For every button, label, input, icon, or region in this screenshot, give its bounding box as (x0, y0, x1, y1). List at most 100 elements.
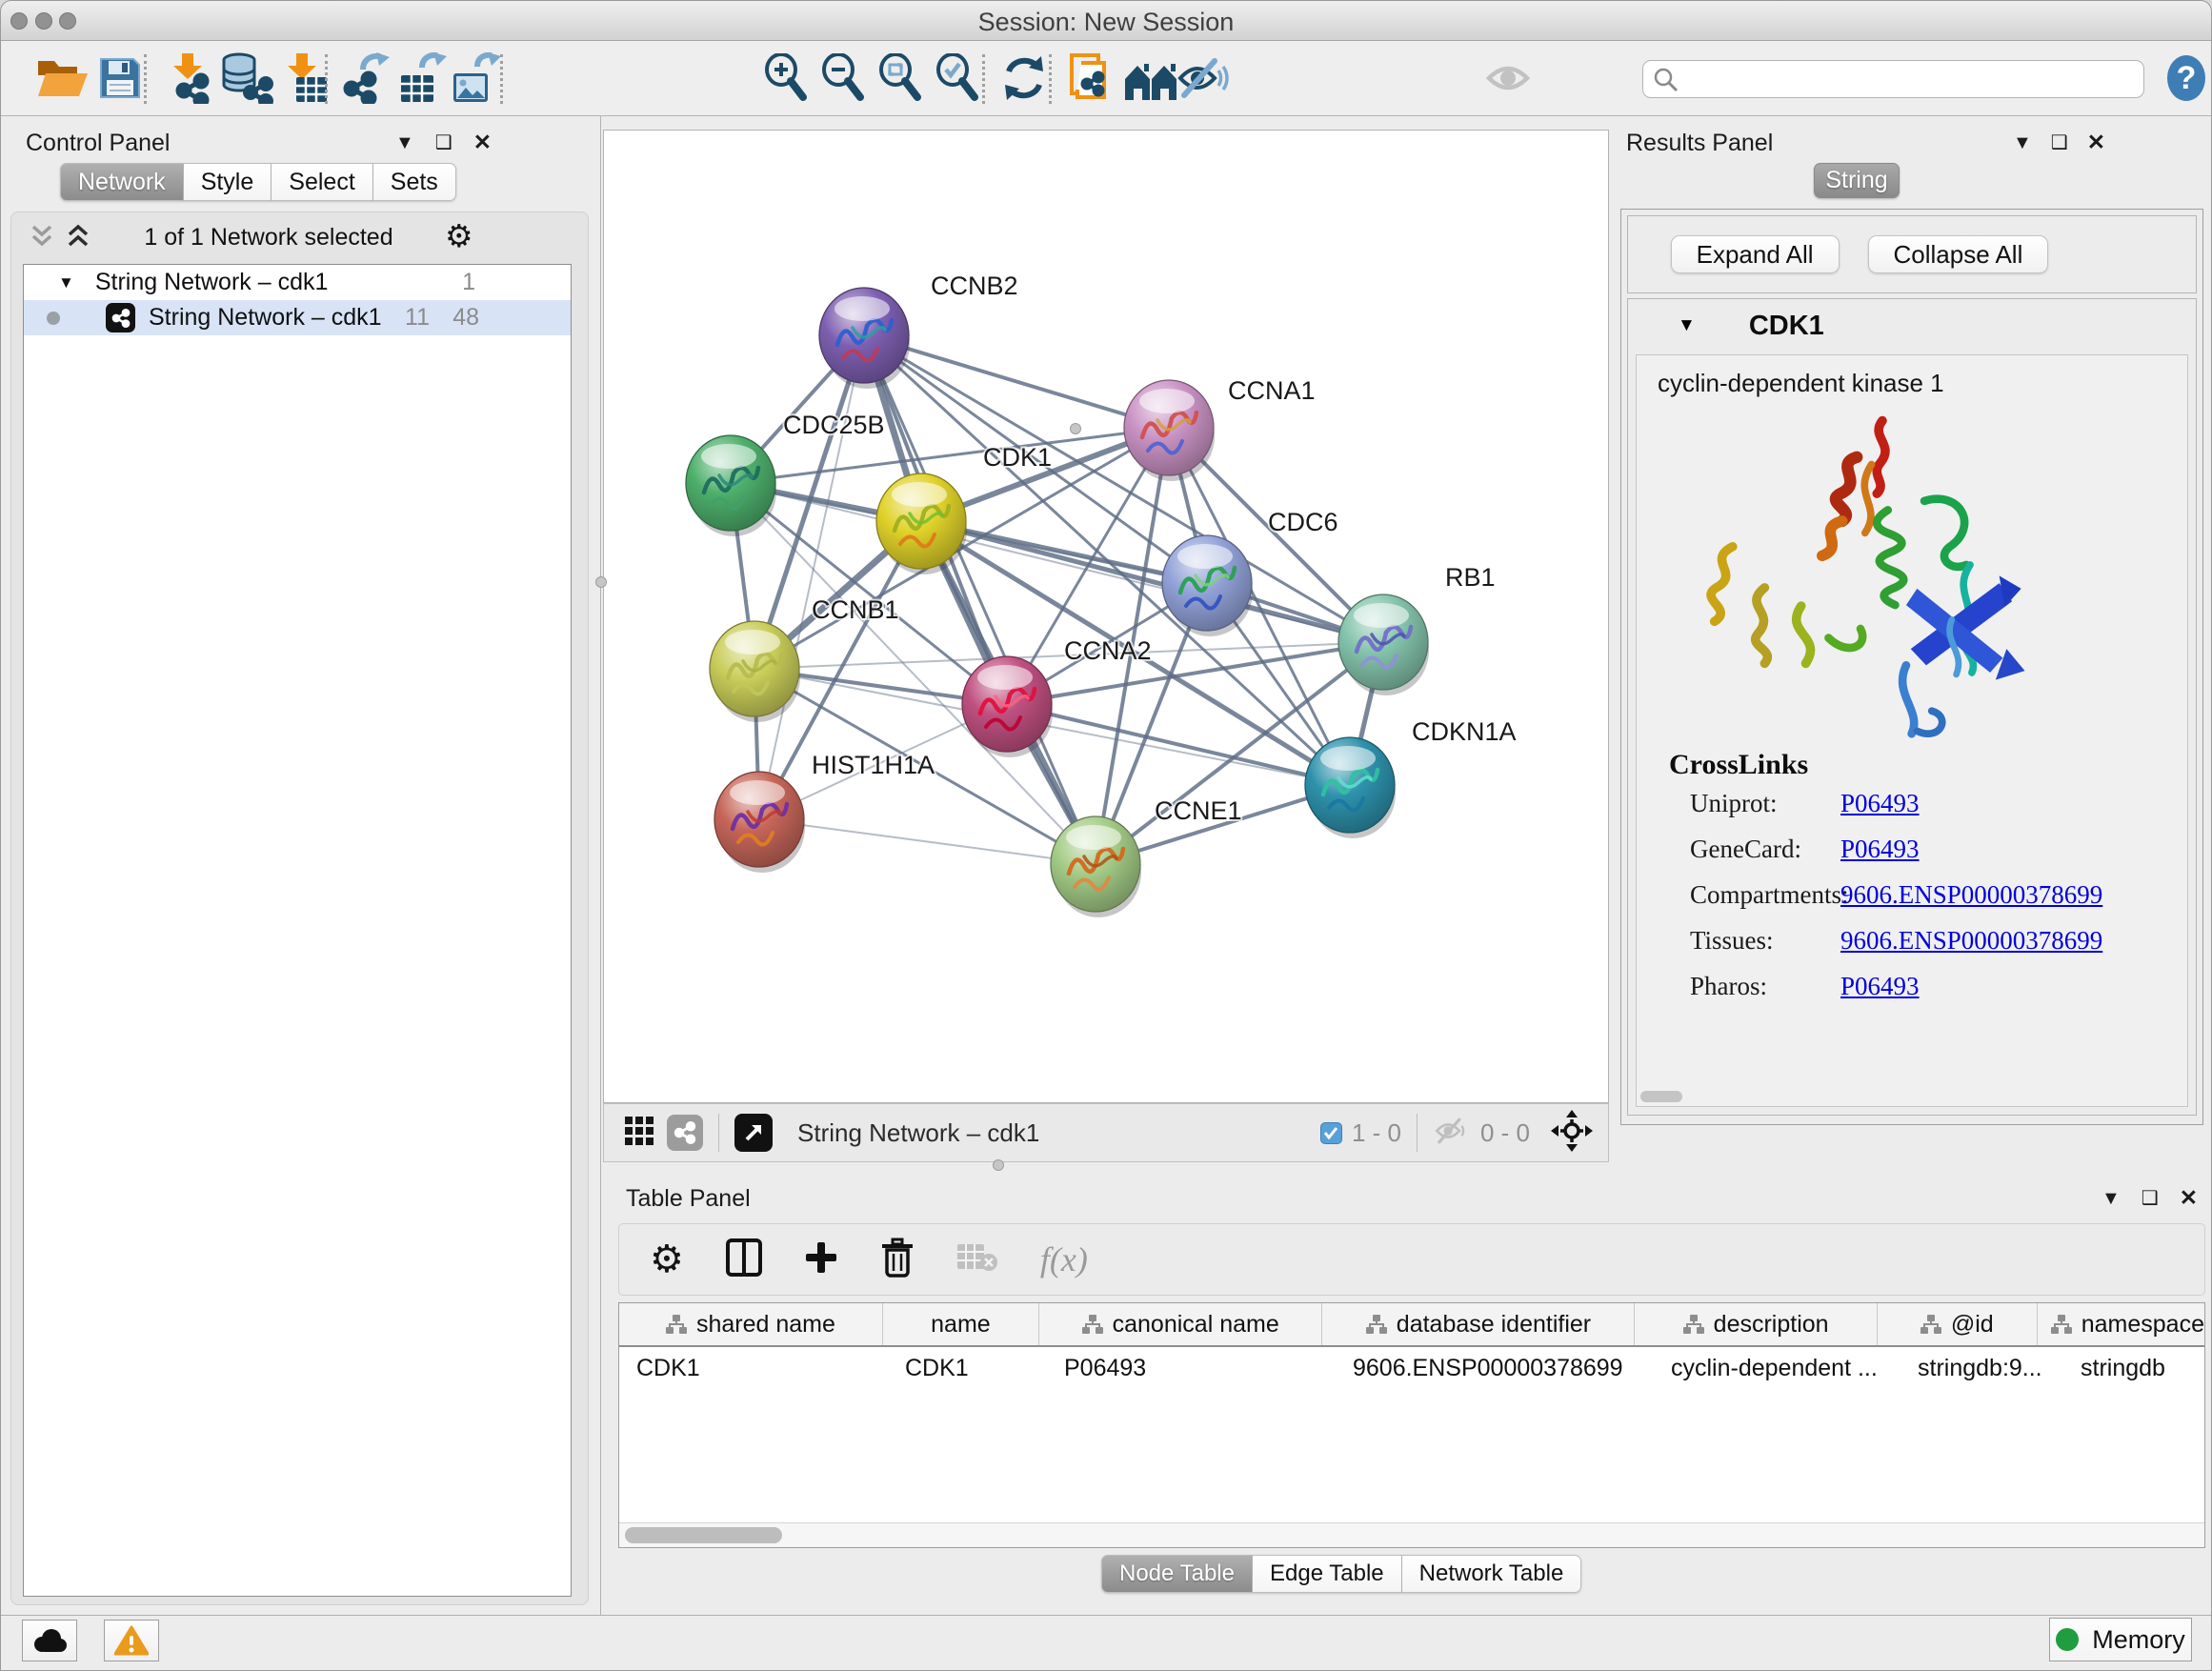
network-tree-child-row[interactable]: String Network – cdk1 11 48 (24, 300, 571, 335)
network-node-label: CCNA2 (1064, 636, 1152, 665)
network-canvas[interactable]: CCNB2CCNA1CDC25BCDK1CDC6RB1CCNB1CCNA2CDK… (603, 130, 1609, 1103)
network-view-region: CCNB2CCNA1CDC25BCDK1CDC6RB1CCNB1CCNA2CDK… (601, 116, 1613, 1168)
add-column-icon[interactable] (804, 1240, 838, 1279)
toolbar-search (1642, 60, 2144, 98)
network-node-CDC25B[interactable] (686, 435, 776, 536)
tab-string[interactable]: String (1814, 163, 1900, 198)
table-panel-menu-icon[interactable]: ▼ (2101, 1189, 2121, 1208)
table-panel-float-icon[interactable]: ❑ (2142, 1189, 2159, 1208)
cloud-button[interactable] (22, 1620, 77, 1661)
network-node-CCNB1[interactable] (710, 621, 800, 722)
tab-node-table[interactable]: Node Table (1101, 1555, 1253, 1593)
column-header[interactable]: namespace (2038, 1303, 2204, 1345)
export-table-icon[interactable] (395, 52, 449, 104)
hide-selected-icon[interactable] (1176, 53, 1230, 103)
show-columns-icon[interactable] (726, 1238, 762, 1281)
tab-sets[interactable]: Sets (373, 163, 456, 201)
network-node-CCNB2[interactable] (819, 288, 910, 389)
network-graph: CCNB2CCNA1CDC25BCDK1CDC6RB1CCNB1CCNA2CDK… (604, 131, 1608, 1102)
export-network-icon[interactable] (340, 52, 393, 104)
network-edge[interactable] (1007, 704, 1350, 785)
crosslink-link[interactable]: P06493 (1840, 789, 1920, 818)
graphics-details-icon[interactable] (625, 1117, 654, 1150)
expand-all-button[interactable]: Expand All (1671, 235, 1840, 273)
table-type-tabs: Node Table Edge Table Network Table (1101, 1555, 1581, 1593)
export-image-icon[interactable] (449, 52, 502, 104)
network-edge[interactable] (864, 335, 1169, 428)
open-session-icon[interactable] (35, 56, 90, 100)
crosslink-link[interactable]: P06493 (1840, 972, 1920, 1001)
tab-select[interactable]: Select (271, 163, 372, 201)
new-network-from-selection-icon[interactable] (1068, 51, 1117, 105)
network-overview-icon[interactable] (667, 1115, 703, 1151)
network-node-CDK1[interactable] (876, 473, 967, 574)
table-row[interactable]: CDK1 CDK1 P06493 9606.ENSP00000378699 cy… (619, 1347, 2204, 1389)
selected-nodes-checkbox[interactable] (1320, 1122, 1342, 1144)
import-table-from-file-icon[interactable] (279, 52, 329, 104)
crosslink-link[interactable]: 9606.ENSP00000378699 (1840, 880, 2102, 910)
zoom-selected-icon[interactable] (935, 53, 982, 103)
column-header[interactable]: database identifier (1322, 1303, 1635, 1345)
network-edge[interactable] (759, 819, 1096, 864)
column-header[interactable]: shared name (619, 1303, 883, 1345)
zoom-fit-content-icon[interactable] (877, 53, 925, 103)
tab-style[interactable]: Style (184, 163, 272, 201)
network-node-HIST1H1A[interactable] (714, 772, 805, 873)
control-panel-float-icon[interactable]: ❑ (435, 133, 452, 152)
import-network-from-file-icon[interactable] (161, 52, 214, 104)
network-node-RB1[interactable] (1338, 594, 1429, 695)
help-icon[interactable]: ? (2165, 54, 2207, 102)
collapse-all-button[interactable]: Collapse All (1868, 235, 2049, 273)
pan-crosshair-icon[interactable] (1551, 1110, 1593, 1157)
zoom-out-icon[interactable] (820, 53, 868, 103)
apply-preferred-layout-icon[interactable] (999, 54, 1049, 102)
splitter-handle[interactable] (993, 1159, 1004, 1171)
table-options-gear-icon[interactable]: ⚙ (650, 1240, 684, 1278)
tab-network-table[interactable]: Network Table (1402, 1555, 1582, 1593)
first-neighbors-icon[interactable] (1123, 54, 1180, 102)
warning-button[interactable] (104, 1620, 159, 1661)
save-session-icon[interactable] (98, 56, 142, 100)
entry-collapse-icon[interactable]: ▼ (1678, 315, 1696, 336)
tab-edge-table[interactable]: Edge Table (1253, 1555, 1402, 1593)
results-panel-close-icon[interactable]: ✕ (2087, 131, 2105, 153)
network-options-gear-icon[interactable]: ⚙ (445, 220, 473, 252)
crosslink-link[interactable]: P06493 (1840, 835, 1920, 864)
search-input[interactable] (1642, 60, 2144, 98)
splitter-handle[interactable] (1070, 423, 1081, 434)
network-node-CCNA1[interactable] (1124, 380, 1215, 481)
network-node-CDC6[interactable] (1162, 535, 1253, 636)
selected-counts: 1 - 0 (1352, 1118, 1401, 1148)
results-panel-float-icon[interactable]: ❑ (2051, 133, 2068, 152)
tab-network[interactable]: Network (60, 163, 184, 201)
network-node-CDKN1A[interactable] (1305, 737, 1396, 838)
crosslink-link[interactable]: 9606.ENSP00000378699 (1840, 926, 2102, 956)
import-network-from-database-icon[interactable] (218, 52, 273, 104)
scrollbar-thumb[interactable] (625, 1527, 782, 1543)
control-panel-close-icon[interactable]: ✕ (473, 131, 492, 153)
window-title: Session: New Session (1, 8, 2211, 37)
results-panel-menu-icon[interactable]: ▼ (2013, 133, 2032, 152)
show-all-icon[interactable] (1485, 57, 1535, 99)
network-node-CCNA2[interactable] (962, 656, 1053, 757)
network-node-CCNE1[interactable] (1051, 816, 1141, 917)
column-header[interactable]: canonical name (1039, 1303, 1323, 1345)
column-header[interactable]: description (1635, 1303, 1877, 1345)
network-collection-label: String Network – cdk1 (95, 269, 329, 296)
table-horizontal-scrollbar[interactable] (619, 1522, 2204, 1547)
zoom-in-icon[interactable] (763, 53, 811, 103)
delete-column-icon[interactable] (880, 1238, 915, 1282)
column-header[interactable]: @id (1878, 1303, 2038, 1345)
tree-expand-icon[interactable]: ▼ (58, 273, 74, 292)
splitter-handle[interactable] (595, 576, 607, 588)
table-panel-close-icon[interactable]: ✕ (2180, 1187, 2198, 1209)
network-tree-root-row[interactable]: ▼ String Network – cdk1 1 (24, 265, 571, 300)
network-node-label: CDC25B (783, 411, 885, 439)
column-header[interactable]: name (883, 1303, 1039, 1345)
network-node-label: CCNE1 (1155, 796, 1242, 825)
network-node-label: CDKN1A (1412, 717, 1517, 746)
detach-view-icon[interactable] (734, 1114, 773, 1152)
memory-button[interactable]: Memory (2049, 1618, 2192, 1661)
control-panel-menu-icon[interactable]: ▼ (395, 133, 414, 152)
results-scrollbar-thumb[interactable] (1640, 1091, 1682, 1102)
